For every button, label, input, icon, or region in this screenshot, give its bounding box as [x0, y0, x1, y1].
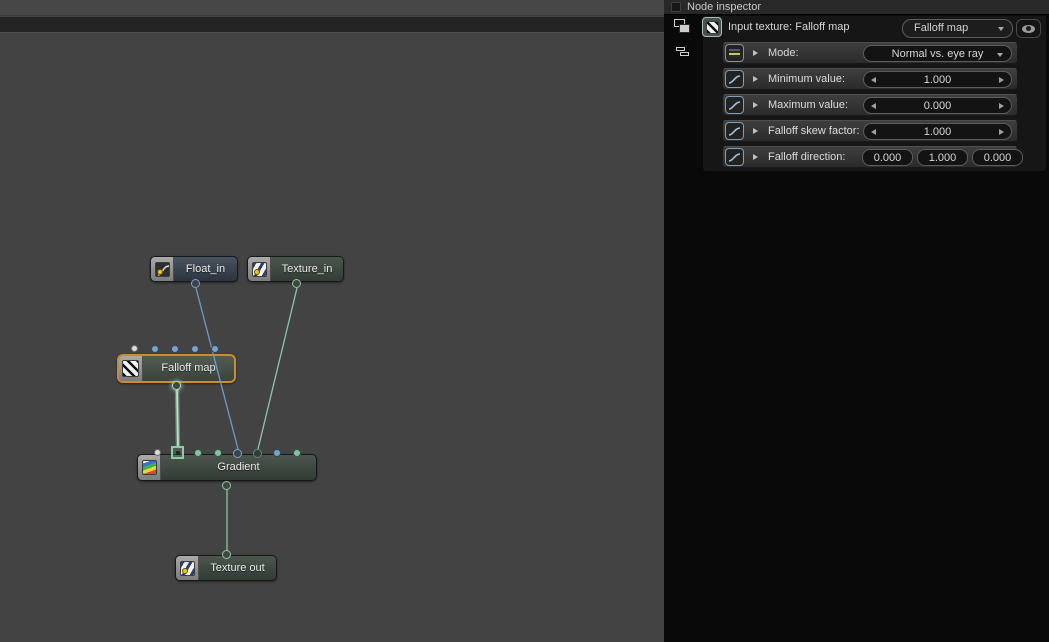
chevron-down-icon	[997, 53, 1003, 57]
node-label: Gradient	[217, 461, 260, 473]
inspector-row-falloff-skew-factor: Falloff skew factor: 1.000	[722, 120, 1018, 142]
connection-wires	[174, 287, 298, 551]
node-gradient[interactable]: Gradient	[137, 454, 317, 481]
expand-arrow-icon[interactable]	[753, 76, 758, 82]
node-label: Texture_in	[281, 262, 333, 275]
stepper-decrement-icon[interactable]	[871, 103, 876, 109]
row-label: Mode:	[768, 47, 799, 59]
port-gradient-input-connected[interactable]	[171, 446, 184, 459]
port-gradient-top-green[interactable]	[214, 449, 222, 457]
stepper-value[interactable]: 0.000	[924, 100, 952, 112]
port-gradient-output[interactable]	[222, 481, 231, 490]
port-falloff-output[interactable]	[172, 381, 181, 390]
port-gradient-input-float[interactable]	[233, 449, 242, 458]
envelope-curve-icon[interactable]	[725, 70, 744, 88]
expand-arrow-icon[interactable]	[753, 128, 758, 134]
mode-dropdown[interactable]: Normal vs. eye ray	[863, 45, 1012, 62]
visibility-toggle-button[interactable]	[1016, 19, 1041, 38]
stepper-increment-icon[interactable]	[999, 129, 1004, 135]
node-inspector-panel: Node inspector Input texture: Falloff ma…	[664, 0, 1049, 642]
row-label: Falloff direction:	[768, 151, 846, 163]
port-falloff-top-blue[interactable]	[171, 345, 179, 353]
minimum-value-stepper[interactable]: 1.000	[863, 71, 1012, 88]
expand-arrow-icon[interactable]	[753, 102, 758, 108]
direction-x-field[interactable]: 0.000	[862, 149, 913, 166]
texture-preset-dropdown[interactable]: Falloff map	[902, 19, 1013, 38]
channel-curve-icon	[151, 257, 174, 281]
port-gradient-top-green[interactable]	[293, 449, 301, 457]
inspector-pin-checkbox[interactable]	[671, 2, 681, 12]
dropdown-value: Falloff map	[914, 22, 969, 34]
port-float-in-output[interactable]	[191, 279, 200, 288]
stepper-decrement-icon[interactable]	[871, 77, 876, 83]
inspector-row-maximum-value: Maximum value: 0.000	[722, 94, 1018, 116]
node-label: Falloff map	[161, 362, 216, 374]
stepper-value[interactable]: 1.000	[924, 74, 952, 86]
port-texture-in-output[interactable]	[292, 279, 301, 288]
stepper-increment-icon[interactable]	[999, 77, 1004, 83]
maximum-value-stepper[interactable]: 0.000	[863, 97, 1012, 114]
envelope-curve-icon[interactable]	[725, 96, 744, 114]
node-falloff-map[interactable]: Falloff map	[117, 354, 236, 383]
inspector-header-title: Input texture: Falloff map	[728, 21, 850, 33]
texture-icon	[248, 257, 271, 281]
presets-stack-icon[interactable]	[674, 19, 691, 34]
schematic-viewport[interactable]: Float_in Texture_in Falloff map Gradient	[0, 0, 664, 642]
inspector-tab-title: Node inspector	[687, 1, 761, 13]
enum-icon[interactable]	[725, 44, 744, 62]
row-label: Maximum value:	[768, 99, 849, 111]
falloff-texture-icon	[702, 17, 722, 37]
port-falloff-top-blue[interactable]	[191, 345, 199, 353]
port-gradient-top-blue[interactable]	[273, 449, 281, 457]
port-gradient-top-green[interactable]	[194, 449, 202, 457]
hatch-texture-icon	[119, 356, 143, 381]
envelope-curve-icon[interactable]	[725, 148, 744, 166]
row-label: Falloff skew factor:	[768, 125, 860, 137]
port-gradient-top-white[interactable]	[154, 449, 161, 456]
expand-arrow-icon[interactable]	[753, 50, 758, 56]
forms-list-icon[interactable]	[676, 47, 689, 57]
port-texture-out-input[interactable]	[222, 550, 231, 559]
inspector-row-minimum-value: Minimum value: 1.000	[722, 68, 1018, 90]
gradient-icon	[138, 455, 161, 480]
expand-arrow-icon[interactable]	[753, 154, 758, 160]
row-label: Minimum value:	[768, 73, 846, 85]
viewport-top-bar	[0, 0, 664, 16]
app-window: Float_in Texture_in Falloff map Gradient	[0, 0, 1049, 642]
port-falloff-top-blue[interactable]	[211, 345, 219, 353]
viewport-header-strip	[0, 17, 664, 33]
eye-icon	[1022, 24, 1035, 33]
node-label: Float_in	[185, 262, 226, 275]
chevron-down-icon	[998, 27, 1004, 31]
inspector-tab-bar: Node inspector	[664, 0, 1049, 15]
inspector-row-falloff-direction: Falloff direction: 0.000 1.000 0.000	[722, 146, 1023, 168]
stepper-increment-icon[interactable]	[999, 103, 1004, 109]
direction-z-field[interactable]: 0.000	[972, 149, 1023, 166]
node-label: Texture out	[210, 561, 265, 574]
port-falloff-top-white[interactable]	[131, 345, 138, 352]
port-falloff-top-blue[interactable]	[151, 345, 159, 353]
envelope-curve-icon[interactable]	[725, 122, 744, 140]
dropdown-value: Normal vs. eye ray	[891, 47, 984, 60]
texture-icon	[176, 556, 199, 580]
falloff-skew-stepper[interactable]: 1.000	[863, 123, 1012, 140]
stepper-decrement-icon[interactable]	[871, 129, 876, 135]
port-gradient-input-texture[interactable]	[253, 449, 262, 458]
inspector-row-mode: Mode: Normal vs. eye ray	[722, 42, 1018, 64]
stepper-value[interactable]: 1.000	[924, 126, 952, 138]
direction-y-field[interactable]: 1.000	[917, 149, 968, 166]
